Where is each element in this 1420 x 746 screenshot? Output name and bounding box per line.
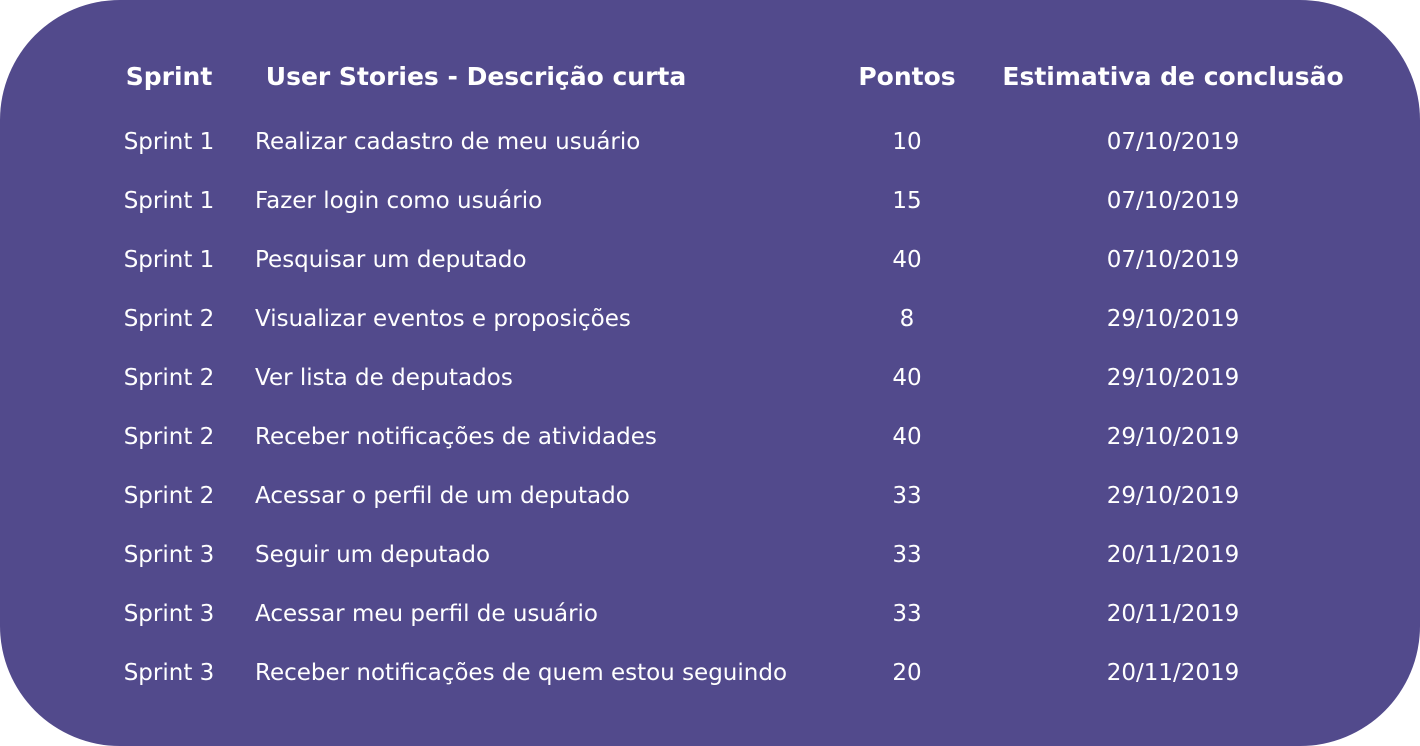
cell-estimate: 20/11/2019 [1106,600,1240,627]
cell-sprint: Sprint 1 [123,246,215,273]
cell-story: Realizar cadastro de meu usuário [255,128,641,155]
cell-estimate: 07/10/2019 [1106,187,1240,214]
table-row: Sprint 1 Realizar cadastro de meu usuári… [92,112,1378,171]
cell-sprint: Sprint 2 [123,364,215,391]
cell-story: Receber notificações de atividades [255,423,657,450]
table-row: Sprint 3 Receber notificações de quem es… [92,643,1378,702]
cell-points: 15 [892,187,922,214]
cell-sprint: Sprint 3 [123,600,215,627]
cell-points: 40 [892,364,922,391]
cell-points: 40 [892,423,922,450]
cell-estimate: 20/11/2019 [1106,541,1240,568]
user-stories-card: Sprint User Stories - Descrição curta Po… [0,0,1420,746]
cell-sprint: Sprint 1 [123,187,215,214]
cell-sprint: Sprint 2 [123,423,215,450]
cell-story: Receber notificações de quem estou segui… [255,659,788,686]
cell-story: Pesquisar um deputado [255,246,527,273]
table-row: Sprint 3 Acessar meu perfil de usuário 3… [92,584,1378,643]
cell-estimate: 29/10/2019 [1106,305,1240,332]
table-header-row: Sprint User Stories - Descrição curta Po… [92,48,1378,112]
cell-sprint: Sprint 2 [123,482,215,509]
header-points: Pontos [858,61,956,91]
table-row: Sprint 2 Visualizar eventos e proposiçõe… [92,289,1378,348]
table-row: Sprint 2 Receber notificações de ativida… [92,407,1378,466]
cell-estimate: 29/10/2019 [1106,364,1240,391]
cell-story: Fazer login como usuário [255,187,543,214]
cell-estimate: 29/10/2019 [1106,423,1240,450]
cell-sprint: Sprint 1 [123,128,215,155]
cell-points: 10 [892,128,922,155]
header-user-stories: User Stories - Descrição curta [265,61,687,91]
header-sprint: Sprint [125,61,213,91]
cell-sprint: Sprint 3 [123,541,215,568]
table-row: Sprint 2 Ver lista de deputados 40 29/10… [92,348,1378,407]
cell-story: Seguir um deputado [255,541,491,568]
header-estimate: Estimativa de conclusão [1002,61,1344,91]
cell-story: Visualizar eventos e proposições [255,305,631,332]
cell-points: 8 [899,305,915,332]
user-stories-table: Sprint User Stories - Descrição curta Po… [92,48,1378,702]
cell-points: 40 [892,246,922,273]
cell-points: 33 [892,541,922,568]
table-row: Sprint 3 Seguir um deputado 33 20/11/201… [92,525,1378,584]
cell-story: Acessar meu perfil de usuário [255,600,599,627]
cell-points: 33 [892,600,922,627]
cell-sprint: Sprint 2 [123,305,215,332]
cell-story: Ver lista de deputados [255,364,513,391]
table-row: Sprint 1 Pesquisar um deputado 40 07/10/… [92,230,1378,289]
table-row: Sprint 1 Fazer login como usuário 15 07/… [92,171,1378,230]
table-row: Sprint 2 Acessar o perfil de um deputado… [92,466,1378,525]
cell-estimate: 20/11/2019 [1106,659,1240,686]
cell-sprint: Sprint 3 [123,659,215,686]
cell-estimate: 29/10/2019 [1106,482,1240,509]
cell-story: Acessar o perfil de um deputado [255,482,630,509]
cell-estimate: 07/10/2019 [1106,128,1240,155]
cell-points: 33 [892,482,922,509]
cell-points: 20 [892,659,922,686]
cell-estimate: 07/10/2019 [1106,246,1240,273]
